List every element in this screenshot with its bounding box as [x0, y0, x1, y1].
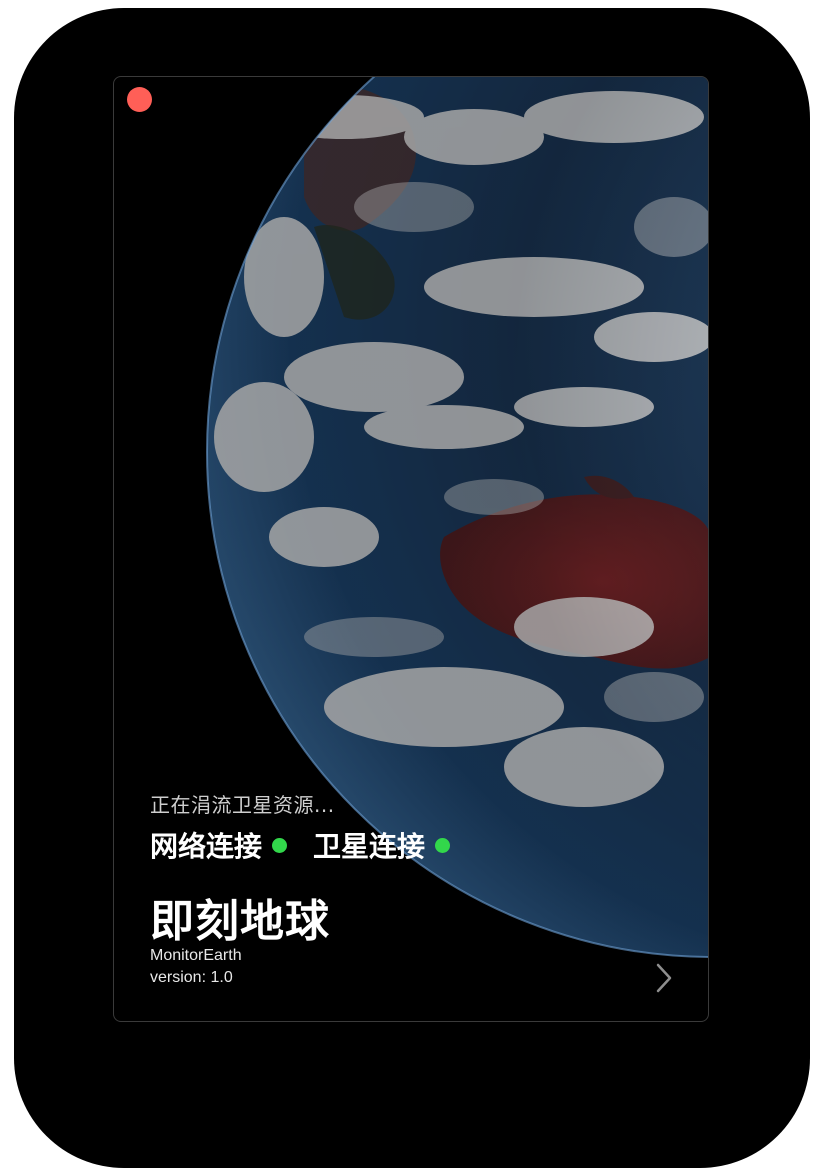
- satellite-connection-label: 卫星连接: [313, 830, 426, 863]
- close-button[interactable]: [127, 87, 152, 112]
- network-connection-status: 网络连接: [150, 825, 288, 865]
- connection-status-row: 网络连接 卫星连接: [150, 825, 451, 865]
- satellite-status-dot: [435, 837, 451, 853]
- network-status-dot: [272, 837, 288, 853]
- app-title: 即刻地球: [150, 896, 330, 947]
- app-name: MonitorEarth: [150, 947, 242, 964]
- next-button[interactable]: [650, 961, 680, 995]
- chevron-right-icon: [656, 963, 672, 993]
- loading-status-text: 正在涓流卫星资源...: [150, 793, 335, 817]
- earth-image: [206, 77, 708, 958]
- app-window: 正在涓流卫星资源... 网络连接 卫星连接 即刻地球 MonitorEarth …: [113, 76, 709, 1022]
- app-version: version: 1.0: [150, 969, 233, 986]
- satellite-connection-status: 卫星连接: [313, 825, 451, 865]
- network-connection-label: 网络连接: [150, 830, 263, 863]
